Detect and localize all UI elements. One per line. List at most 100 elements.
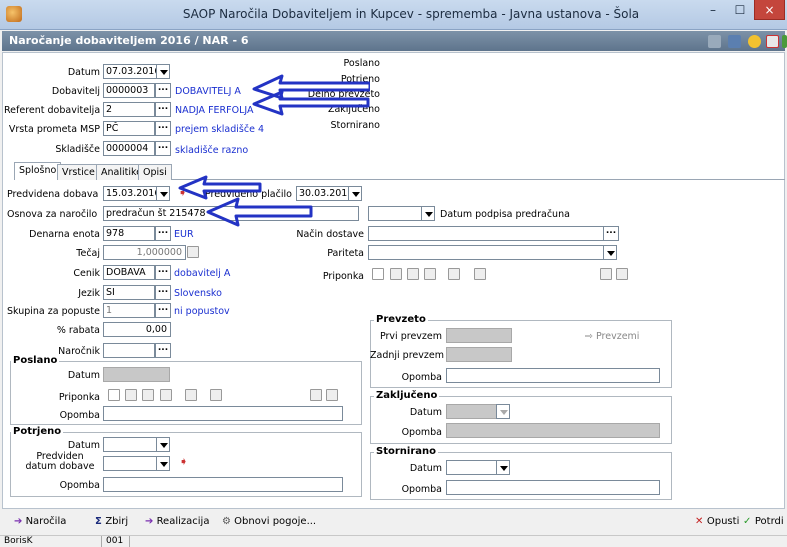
prevzeto-opomba-input[interactable] bbox=[446, 368, 660, 383]
close-button[interactable]: × bbox=[754, 0, 785, 20]
prevzemi-button[interactable]: ⇨ Prevzemi bbox=[585, 331, 639, 342]
calculator-icon[interactable] bbox=[187, 246, 199, 258]
rabat-input[interactable]: 0,00 bbox=[103, 322, 171, 337]
poslano-new-attachment-icon[interactable] bbox=[108, 389, 120, 401]
zbirj-label: Zbirj bbox=[105, 516, 129, 527]
zadnji-prevzem-input[interactable] bbox=[446, 347, 512, 362]
poslano-datum-input[interactable] bbox=[103, 367, 170, 382]
new-attachment-icon[interactable] bbox=[372, 268, 384, 280]
jezik-lookup-button[interactable]: ... bbox=[155, 285, 171, 300]
scan-icon[interactable] bbox=[424, 268, 436, 280]
document-icon[interactable] bbox=[766, 35, 779, 48]
stornirano-opomba-input[interactable] bbox=[446, 480, 660, 495]
predviden-datum-label: Predviden datum dobave bbox=[25, 451, 95, 472]
denarna-enota-input[interactable]: 978 bbox=[103, 226, 155, 241]
zakljuceno-datum-label: Datum bbox=[409, 407, 442, 418]
poslano-datum-label: Datum bbox=[67, 370, 100, 381]
prvi-prevzem-input[interactable] bbox=[446, 328, 512, 343]
poslano-delete-icon[interactable] bbox=[210, 389, 222, 401]
pariteta-input[interactable] bbox=[368, 245, 604, 260]
stornirano-datum-input[interactable] bbox=[446, 460, 498, 475]
datum-podpisa-dropdown[interactable] bbox=[421, 206, 435, 221]
obnovi-pogoje-button[interactable]: ⚙ Obnovi pogoje... bbox=[222, 516, 316, 527]
zbirj-button[interactable]: Σ Zbirj bbox=[95, 516, 128, 527]
copy-icon[interactable] bbox=[407, 268, 419, 280]
skladisce-lookup-button[interactable]: ... bbox=[155, 141, 171, 156]
zakljuceno-datum-dropdown[interactable] bbox=[496, 404, 510, 419]
tab-splosno[interactable]: Splošno bbox=[14, 162, 62, 180]
tecaj-input[interactable]: 1,000000 bbox=[103, 245, 186, 260]
minimize-button[interactable]: – bbox=[700, 0, 726, 20]
realizacija-button[interactable]: ➔ Realizacija bbox=[145, 516, 209, 527]
dobavitelj-lookup-button[interactable]: ... bbox=[155, 83, 171, 98]
poslano-open-icon[interactable] bbox=[185, 389, 197, 401]
narocila-button[interactable]: ➔ Naročila bbox=[14, 516, 66, 527]
tab-vrstice[interactable]: Vrstice bbox=[57, 164, 100, 180]
obnovi-label: Obnovi pogoje... bbox=[234, 516, 317, 527]
predvidena-dobava-dropdown[interactable] bbox=[156, 186, 170, 201]
vrsta-prometa-lookup-button[interactable]: ... bbox=[155, 121, 171, 136]
poslano-opomba-input[interactable] bbox=[103, 406, 343, 421]
denarna-enota-lookup-button[interactable]: ... bbox=[155, 226, 171, 241]
potrjeno-opomba-label: Opomba bbox=[59, 480, 100, 491]
zakljuceno-datum-input[interactable] bbox=[446, 404, 498, 419]
referent-label: Referent dobavitelja bbox=[4, 105, 101, 116]
referent-input[interactable]: 2 bbox=[103, 102, 155, 117]
referent-lookup-button[interactable]: ... bbox=[155, 102, 171, 117]
delete-icon[interactable] bbox=[474, 268, 486, 280]
skupina-popuste-label: Skupina za popuste bbox=[6, 306, 100, 317]
preview-icon[interactable] bbox=[600, 268, 612, 280]
vrsta-prometa-input[interactable]: PČ bbox=[103, 121, 155, 136]
potrjeno-datum-dropdown[interactable] bbox=[156, 437, 170, 452]
poslano-properties-icon[interactable] bbox=[326, 389, 338, 401]
potrdi-button[interactable]: ✓ Potrdi bbox=[743, 516, 784, 527]
pariteta-dropdown[interactable] bbox=[603, 245, 617, 260]
skupina-popuste-input[interactable]: 1 bbox=[103, 303, 155, 318]
opusti-button[interactable]: ✕ Opusti bbox=[695, 516, 739, 527]
predvidena-dobava-input[interactable]: 15.03.2016 bbox=[103, 186, 158, 201]
datum-dropdown[interactable] bbox=[156, 64, 170, 79]
poslano-preview-icon[interactable] bbox=[310, 389, 322, 401]
stornirano-datum-label: Datum bbox=[409, 463, 442, 474]
dobavitelj-input[interactable]: 0000003 bbox=[103, 83, 155, 98]
datum-input[interactable]: 07.03.2016 bbox=[103, 64, 158, 79]
zakljuceno-opomba-input[interactable] bbox=[446, 423, 660, 438]
calendar-arrow-icon-2[interactable]: ➧ bbox=[179, 456, 193, 469]
skladisce-input[interactable]: 0000004 bbox=[103, 141, 155, 156]
edit-icon[interactable] bbox=[708, 35, 721, 48]
poslano-opomba-label: Opomba bbox=[59, 410, 100, 421]
arrow-right-icon: ➔ bbox=[14, 516, 26, 527]
export-icon[interactable] bbox=[782, 35, 787, 48]
annotation-arrow-osnova-svg bbox=[206, 197, 313, 227]
attach-icon[interactable] bbox=[390, 268, 402, 280]
datum-podpisa-input[interactable] bbox=[368, 206, 424, 221]
potrjeno-opomba-input[interactable] bbox=[103, 477, 343, 492]
open-icon[interactable] bbox=[448, 268, 460, 280]
predviden-datum-dropdown[interactable] bbox=[156, 456, 170, 471]
poslano-copy-icon[interactable] bbox=[142, 389, 154, 401]
narocnik-lookup-button[interactable]: ... bbox=[155, 343, 171, 358]
database-icon[interactable] bbox=[728, 35, 741, 48]
cenik-input[interactable]: DOBAVA bbox=[103, 265, 155, 280]
narocnik-input[interactable] bbox=[103, 343, 155, 358]
maximize-button[interactable]: ☐ bbox=[727, 0, 753, 20]
predviden-datum-input[interactable] bbox=[103, 456, 158, 471]
cenik-lookup-button[interactable]: ... bbox=[155, 265, 171, 280]
window-title: SAOP Naročila Dobaviteljem in Kupcev - s… bbox=[182, 7, 640, 21]
poslano-attach-icon[interactable] bbox=[125, 389, 137, 401]
skupina-popuste-lookup-button[interactable]: ... bbox=[155, 303, 171, 318]
status-user: BorisK bbox=[2, 536, 102, 547]
potrjeno-datum-label: Datum bbox=[67, 440, 100, 451]
poslano-priponka-label: Priponka bbox=[58, 392, 100, 403]
star-icon[interactable] bbox=[748, 35, 761, 48]
poslano-scan-icon[interactable] bbox=[160, 389, 172, 401]
nacin-dostave-lookup-button[interactable]: ... bbox=[603, 226, 619, 241]
properties-icon[interactable] bbox=[616, 268, 628, 280]
jezik-input[interactable]: SI bbox=[103, 285, 155, 300]
window-title-bar: SAOP Naročila Dobaviteljem in Kupcev - s… bbox=[0, 0, 787, 30]
potrjeno-datum-input[interactable] bbox=[103, 437, 158, 452]
tab-opisi[interactable]: Opisi bbox=[138, 164, 172, 180]
nacin-dostave-input[interactable] bbox=[368, 226, 604, 241]
stornirano-datum-dropdown[interactable] bbox=[496, 460, 510, 475]
nacin-dostave-label: Način dostave bbox=[296, 229, 364, 240]
